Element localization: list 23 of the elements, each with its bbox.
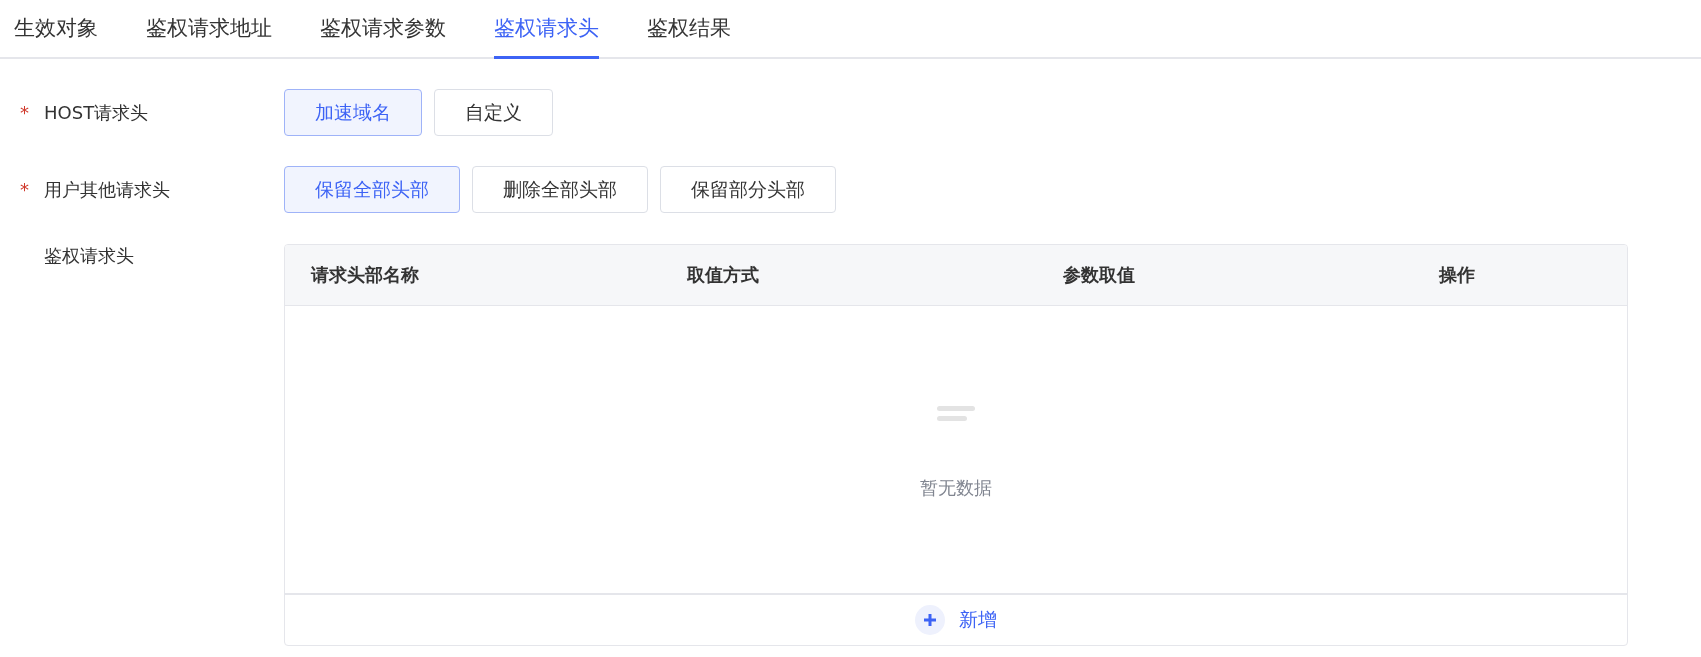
option-button[interactable]: 自定义 xyxy=(434,89,553,136)
option-button[interactable]: 保留部分头部 xyxy=(660,166,836,213)
column-header: 参数取值 xyxy=(1062,263,1136,287)
field-label: 用户其他请求头 xyxy=(44,177,170,202)
tab[interactable]: 生效对象 xyxy=(14,0,98,59)
field-label: 鉴权请求头 xyxy=(44,244,134,268)
option-button[interactable]: 加速域名 xyxy=(284,89,422,136)
empty-icon xyxy=(937,406,975,422)
empty-text: 暂无数据 xyxy=(920,476,992,500)
required-mark: * xyxy=(20,179,30,200)
column-header: 操作 xyxy=(1438,263,1476,287)
column-header: 取值方式 xyxy=(686,263,760,287)
option-button[interactable]: 保留全部头部 xyxy=(284,166,460,213)
required-mark: * xyxy=(20,102,30,123)
option-button[interactable]: 删除全部头部 xyxy=(472,166,648,213)
tab[interactable]: 鉴权请求头 xyxy=(494,0,599,59)
field-label: HOST请求头 xyxy=(44,100,149,125)
tab[interactable]: 鉴权结果 xyxy=(647,0,731,59)
plus-icon xyxy=(915,605,945,635)
tab[interactable]: 鉴权请求地址 xyxy=(146,0,272,59)
tab[interactable]: 鉴权请求参数 xyxy=(320,0,446,59)
add-button[interactable]: 新增 xyxy=(909,604,1003,636)
column-header: 请求头部名称 xyxy=(309,263,420,287)
